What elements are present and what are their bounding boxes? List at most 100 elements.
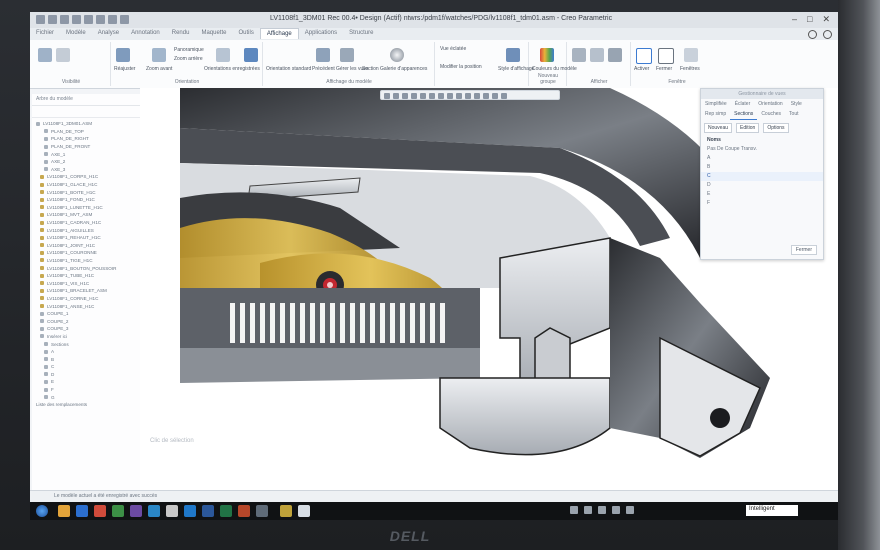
edit-position-button[interactable]: Modifier la position [440,64,482,70]
tree-item[interactable]: A [32,348,140,356]
tab-rendu[interactable]: Rendu [166,28,196,38]
tree-item[interactable]: LV1108F1_CORNE_H1C [32,295,140,303]
exploded-view-button[interactable]: Vue éclatée [440,46,466,52]
close-window-button[interactable]: Fermer [656,66,672,72]
annotation-display-icon[interactable] [590,48,604,62]
close-window-x-icon[interactable] [658,48,674,64]
section-item[interactable]: E [701,190,823,199]
tree-item[interactable]: D [32,371,140,379]
zoom-out-button[interactable]: Zoom arrière [174,56,203,62]
tree-item[interactable]: LV1108F1_CADRAN_H1C [32,219,140,227]
word-icon[interactable] [202,505,214,517]
tab-sections[interactable]: Sections [730,109,758,120]
tab-couches[interactable]: Couches [757,109,785,120]
tree-item[interactable]: LV1108F1_BRACELET_ASM [32,287,140,295]
perspective-icon[interactable] [447,93,453,99]
save-icon[interactable] [60,15,69,24]
tab-outils[interactable]: Outils [232,28,259,38]
volume-icon[interactable] [626,506,634,514]
tab-tout[interactable]: Tout [785,109,802,120]
network-icon[interactable] [612,506,620,514]
tab-eclater[interactable]: Éclater [731,99,755,109]
options-button[interactable]: Options [763,123,789,133]
tree-item[interactable]: LV1108F1_COURONNE [32,249,140,257]
close-window-icon[interactable] [120,15,129,24]
tree-item[interactable]: LV1108F1_FOND_H1C [32,196,140,204]
undo-icon[interactable] [72,15,81,24]
tab-applications[interactable]: Applications [299,28,343,38]
section-button[interactable]: Section [362,66,379,72]
zoom-out-view-icon[interactable] [402,93,408,99]
activate-button[interactable]: Activer [634,66,649,72]
app-icon[interactable] [94,505,106,517]
tree-item[interactable]: COUPE_2 [32,317,140,325]
app-icon[interactable] [112,505,124,517]
section-item-selected[interactable]: C [701,172,823,181]
display-style-icon[interactable] [506,48,520,62]
zoom-in-view-icon[interactable] [393,93,399,99]
excel-icon[interactable] [220,505,232,517]
standard-orientation-button[interactable]: Orientation standard [266,66,311,72]
manage-views-icon[interactable] [340,48,354,62]
spin-center-view-icon[interactable] [501,93,507,99]
refit-icon[interactable] [116,48,130,62]
tree-item[interactable]: B [32,355,140,363]
new-file-icon[interactable] [36,15,45,24]
annotations-icon[interactable] [492,93,498,99]
tray-icon[interactable] [584,506,592,514]
tree-filter[interactable] [32,106,140,118]
tab-fichier[interactable]: Fichier [30,28,60,38]
tree-item[interactable]: C [32,363,140,371]
minimize-icon[interactable]: – [792,14,797,25]
tree-item[interactable]: LV1108F1_GLACE_H1C [32,181,140,189]
app-icon[interactable] [130,505,142,517]
start-button-icon[interactable] [36,505,48,517]
app-icon[interactable] [148,505,160,517]
explorer-icon[interactable] [58,505,70,517]
tab-maquette[interactable]: Maquette [195,28,232,38]
tree-item[interactable]: LV1108F1_ANSE_H1C [32,302,140,310]
datum-planes-icon[interactable] [456,93,462,99]
appearance-gallery-button[interactable]: Galerie d'apparences [380,66,427,72]
tree-item[interactable]: LV1108F1_BOITE_H1C [32,188,140,196]
edit-section-button[interactable]: Edition [736,123,760,133]
smart-select-filter[interactable]: Intelligent [746,505,798,516]
browser-icon[interactable] [76,505,88,517]
zoom-in-button[interactable]: Zoom avant [146,66,172,72]
spin-center-icon[interactable] [608,48,622,62]
previous-view-icon[interactable] [316,48,330,62]
tree-item[interactable]: PLAN_DE_TOP [32,128,140,136]
tree-item[interactable]: AXE_2 [32,158,140,166]
display-style-button[interactable]: Style d'affichage [498,66,534,72]
section-item[interactable]: F [701,199,823,208]
activate-icon[interactable] [636,48,652,64]
powerpoint-icon[interactable] [238,505,250,517]
tree-item[interactable]: Insérer ici [32,333,140,341]
regenerate-icon[interactable] [96,15,105,24]
section-item[interactable]: B [701,163,823,172]
creo-window-icon[interactable] [298,505,310,517]
section-item[interactable]: A [701,154,823,163]
layers-icon[interactable] [56,48,70,62]
search-icon[interactable] [808,30,817,39]
tree-item[interactable]: G [32,393,140,401]
tab-rep-simp[interactable]: Rep simp [701,109,730,120]
tab-simplifiee[interactable]: Simplifiée [701,99,731,109]
tree-item[interactable]: LV1108F1_JOINT_H1C [32,242,140,250]
tree-item[interactable]: AXE_3 [32,166,140,174]
tree-item[interactable]: E [32,378,140,386]
previous-view-button[interactable]: Précédent [312,66,335,72]
windows-button[interactable]: Fenêtres [680,66,700,72]
tree-item[interactable]: LV1108F1_BOUTON_POUSSOIR [32,264,140,272]
app-icon[interactable] [256,505,268,517]
tree-item[interactable]: Sections [32,340,140,348]
creo-icon[interactable] [280,505,292,517]
tree-item[interactable]: LV1108F1_TIGE_H1C [32,257,140,265]
tree-item[interactable]: LV1108F1_MVT_ASM [32,211,140,219]
saved-orientations-button[interactable]: Orientations enregistrées [204,66,260,72]
section-item[interactable]: Pas De Coupe Transv. [701,145,823,154]
tree-item[interactable]: LV1108F1_CORPS_H1C [32,173,140,181]
tree-item[interactable]: PLAN_DE_RIGHT [32,135,140,143]
new-section-button[interactable]: Nouveau [704,123,733,133]
tray-icon[interactable] [570,506,578,514]
